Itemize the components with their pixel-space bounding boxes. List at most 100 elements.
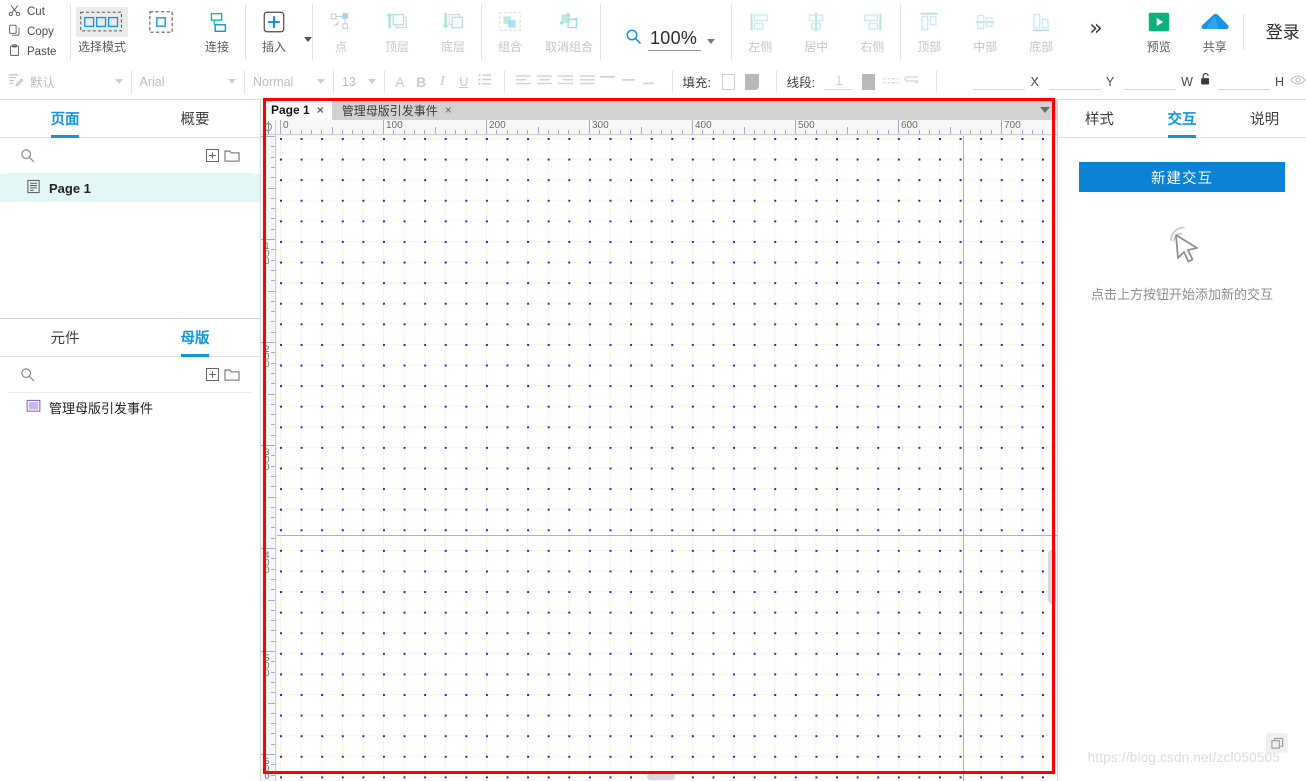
toolbar-more-button[interactable]: » [1069,16,1122,64]
magnifier-icon [625,28,642,50]
font-size-select[interactable]: 13 [334,70,384,94]
login-button[interactable]: 登录 [1244,18,1306,64]
style-preset-select[interactable]: 默认 [0,70,131,94]
fill-label: 填充: [682,76,712,90]
bold-button[interactable]: B [411,70,432,94]
select-mode-button[interactable]: 选择模式 [71,0,133,55]
search-icon[interactable] [18,362,38,388]
bullet-list-button[interactable] [474,70,495,94]
eye-icon[interactable] [1290,73,1306,91]
insert-dropdown-caret[interactable] [304,36,312,42]
canvas-tab-page-1[interactable]: Page 1 × [261,100,332,120]
horizontal-ruler[interactable]: 0 100 200 300 400 500 600 700 [261,120,1057,135]
design-canvas[interactable] [277,136,1057,781]
valign-middle-button[interactable] [619,70,640,94]
tab-pages[interactable]: 页面 [0,100,130,137]
align-bottom-button[interactable]: 底部 [1013,0,1069,55]
close-icon[interactable]: × [317,104,324,116]
valign-bottom-button[interactable] [640,70,661,94]
copy-button[interactable]: Copy [6,23,70,41]
canvas-vertical-scrollbar[interactable] [1047,136,1057,781]
y-input[interactable] [1048,73,1101,90]
tab-style[interactable]: 样式 [1058,100,1141,137]
horizontal-guide[interactable] [277,535,1057,536]
canvas-horizontal-scrollbar[interactable] [277,772,1047,781]
new-folder-icon[interactable] [222,143,242,169]
underline-button[interactable]: U [453,70,474,94]
close-icon[interactable]: × [445,104,452,116]
ruler-tick [1021,130,1023,134]
italic-button[interactable]: I [432,70,453,94]
select-single-button[interactable] [133,0,189,52]
masters-search-input[interactable] [37,366,203,383]
tab-masters[interactable]: 母版 [130,319,260,356]
zoom-value[interactable]: 100% [648,28,702,51]
add-master-icon[interactable] [203,362,223,388]
zoom-dropdown-caret[interactable] [707,38,716,44]
ruler-tick [877,130,879,134]
line-width-input[interactable]: 1 [825,74,853,90]
align-middle-button[interactable]: 中部 [957,0,1013,55]
line-color-swatch[interactable] [861,73,875,90]
cloud-icon [1200,7,1230,37]
x-input[interactable] [973,73,1026,90]
point-button[interactable]: 点 [313,0,369,55]
tab-outline[interactable]: 概要 [130,100,260,137]
text-align-justify-button[interactable] [576,70,597,94]
connect-button[interactable]: 连接 [189,0,245,55]
send-to-back-button[interactable]: 底层 [425,0,481,55]
tab-interactions[interactable]: 交互 [1141,100,1224,137]
ruler-tick [795,120,796,134]
list-item[interactable]: 管理母版引发事件 [0,393,260,421]
ruler-corner[interactable] [261,120,276,135]
paste-button[interactable]: Paste [6,43,70,61]
text-align-right-button[interactable] [555,70,576,94]
ungroup-button[interactable]: 取消组合 [538,0,600,55]
align-center-button[interactable]: 居中 [788,0,844,55]
align-left-button[interactable]: 左侧 [732,0,788,55]
text-align-center-button[interactable] [534,70,555,94]
font-family-select[interactable]: Arial [132,70,245,94]
window-restore-icon[interactable] [1266,733,1288,753]
canvas-tabs-dropdown[interactable] [1033,100,1057,120]
line-style-button[interactable] [880,70,901,94]
canvas-tab-master[interactable]: 管理母版引发事件 × [331,100,460,120]
publish-group: 预览 共享 [1131,0,1243,64]
share-button[interactable]: 共享 [1187,0,1243,55]
align-center-icon [803,7,829,37]
group-button[interactable]: 组合 [482,0,538,55]
arrow-style-button[interactable] [901,70,922,94]
vertical-guide[interactable] [963,136,964,781]
text-align-right-icon [558,73,574,91]
new-interaction-button[interactable]: 新建交互 [1079,162,1285,192]
new-folder-icon[interactable] [222,362,242,388]
search-icon[interactable] [18,143,38,169]
fill-color-swatch[interactable] [722,73,736,90]
list-item[interactable]: Page 1 [0,174,260,202]
tab-notes[interactable]: 说明 [1223,100,1306,137]
insert-button[interactable]: 插入 [246,0,302,55]
align-right-button[interactable]: 右侧 [844,0,900,55]
scrollbar-thumb[interactable] [647,773,675,780]
align-bottom-icon [1028,7,1054,37]
valign-top-button[interactable] [598,70,619,94]
tab-widgets[interactable]: 元件 [0,319,130,356]
bring-to-front-button[interactable]: 顶层 [369,0,425,55]
align-top-button[interactable]: 顶部 [901,0,957,55]
cut-button[interactable]: Cut [6,3,70,21]
zoom-control[interactable]: 100% [601,14,731,64]
ruler-tick [547,130,549,134]
preview-button[interactable]: 预览 [1131,0,1187,55]
w-input[interactable] [1124,73,1177,90]
ruler-tick [434,127,436,134]
scrollbar-thumb[interactable] [1048,550,1056,604]
unlock-icon[interactable] [1199,72,1212,91]
fill-gradient-swatch[interactable] [745,73,759,90]
text-align-left-button[interactable] [513,70,534,94]
add-page-icon[interactable] [203,143,223,169]
vertical-ruler[interactable]: 100 200 300 400 500 600 [261,135,276,781]
h-input[interactable] [1217,73,1270,90]
search-input[interactable] [37,147,203,164]
font-weight-select[interactable]: Normal [245,70,333,94]
font-color-button[interactable]: A [389,70,410,94]
